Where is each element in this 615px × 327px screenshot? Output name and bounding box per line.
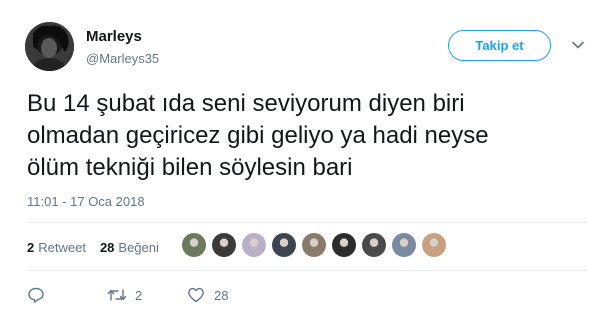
reply-button[interactable] bbox=[27, 286, 107, 304]
divider bbox=[27, 270, 587, 271]
tweet-text-line: Bu 14 şubat ıda seni seviyorum diyen bir… bbox=[27, 90, 465, 117]
liker-avatar[interactable] bbox=[272, 233, 296, 257]
liker-avatar[interactable] bbox=[302, 233, 326, 257]
avatar[interactable] bbox=[25, 22, 74, 71]
retweet-count: 2 bbox=[27, 239, 35, 255]
like-button[interactable]: 28 bbox=[187, 286, 228, 304]
tweet-text-line: olmadan geçiricez gibi geliyo ya hadi ne… bbox=[27, 122, 489, 149]
tweet-stats: 2 Retweet 28 Beğeni bbox=[27, 238, 173, 256]
user-name[interactable]: Marleys bbox=[86, 28, 142, 45]
liker-avatar[interactable] bbox=[332, 233, 356, 257]
chevron-down-icon[interactable] bbox=[571, 38, 585, 52]
reply-icon bbox=[28, 287, 44, 303]
liker-avatar[interactable] bbox=[392, 233, 416, 257]
liker-avatar[interactable] bbox=[212, 233, 236, 257]
like-stat[interactable]: 28 Beğeni bbox=[100, 240, 159, 255]
tweet-text-line: ölüm tekniği bilen söylesin bari bbox=[27, 154, 353, 181]
tweet-timestamp[interactable]: 11:01 - 17 Oca 2018 bbox=[27, 194, 145, 209]
tweet-card: Marleys @Marleys35 Takip et Bu 14 şubat … bbox=[0, 0, 615, 327]
tweet-actions: 2 28 bbox=[27, 285, 228, 305]
retweet-stat[interactable]: 2 Retweet bbox=[27, 240, 86, 255]
tweet-text: Bu 14 şubat ıda seni seviyorum diyen bir… bbox=[27, 88, 587, 184]
heart-icon bbox=[188, 287, 204, 303]
like-count: 28 bbox=[99, 239, 115, 255]
like-action-count: 28 bbox=[214, 287, 229, 303]
retweet-action-count: 2 bbox=[135, 287, 143, 303]
liker-avatar[interactable] bbox=[242, 233, 266, 257]
follow-button[interactable]: Takip et bbox=[448, 30, 551, 61]
like-label: Beğeni bbox=[118, 239, 159, 255]
liker-avatar[interactable] bbox=[422, 233, 446, 257]
liker-avatar[interactable] bbox=[182, 233, 206, 257]
user-handle[interactable]: @Marleys35 bbox=[86, 51, 159, 66]
divider bbox=[27, 222, 587, 223]
retweet-icon bbox=[107, 289, 127, 301]
retweet-label: Retweet bbox=[38, 239, 86, 255]
retweet-button[interactable]: 2 bbox=[107, 286, 187, 304]
liker-avatar[interactable] bbox=[362, 233, 386, 257]
liker-avatars bbox=[182, 233, 452, 257]
